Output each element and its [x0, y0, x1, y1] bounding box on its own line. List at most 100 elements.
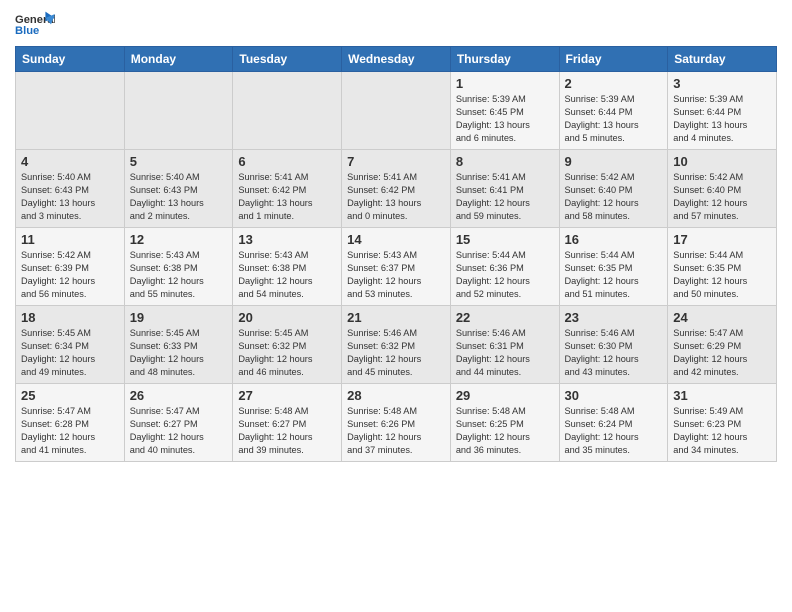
- calendar-cell: 8 Sunrise: 5:41 AMSunset: 6:41 PMDaylight…: [450, 150, 559, 228]
- day-info: Sunrise: 5:48 AMSunset: 6:26 PMDaylight:…: [347, 405, 445, 457]
- day-info: Sunrise: 5:46 AMSunset: 6:32 PMDaylight:…: [347, 327, 445, 379]
- day-info: Sunrise: 5:40 AMSunset: 6:43 PMDaylight:…: [130, 171, 228, 223]
- day-info: Sunrise: 5:41 AMSunset: 6:41 PMDaylight:…: [456, 171, 554, 223]
- calendar-cell: 1Sunrise: 5:39 AMSunset: 6:45 PMDaylight…: [450, 72, 559, 150]
- calendar-cell: 21Sunrise: 5:46 AMSunset: 6:32 PMDayligh…: [342, 306, 451, 384]
- day-number: 3: [673, 76, 771, 91]
- calendar-cell: 11 Sunrise: 5:42 AMSunset: 6:39 PMDayligh…: [16, 228, 125, 306]
- calendar-cell: 7 Sunrise: 5:41 AMSunset: 6:42 PMDaylight…: [342, 150, 451, 228]
- day-info: Sunrise: 5:44 AMSunset: 6:35 PMDaylight:…: [565, 249, 663, 301]
- day-number: 15: [456, 232, 554, 247]
- calendar-cell: [16, 72, 125, 150]
- day-info: Sunrise: 5:46 AMSunset: 6:31 PMDaylight:…: [456, 327, 554, 379]
- day-number: 16: [565, 232, 663, 247]
- week-row-3: 11 Sunrise: 5:42 AMSunset: 6:39 PMDayligh…: [16, 228, 777, 306]
- calendar-cell: [233, 72, 342, 150]
- day-number: 10: [673, 154, 771, 169]
- day-number: 31: [673, 388, 771, 403]
- day-number: 8: [456, 154, 554, 169]
- calendar-cell: 17 Sunrise: 5:44 AMSunset: 6:35 PMDayligh…: [668, 228, 777, 306]
- calendar-cell: 20Sunrise: 5:45 AMSunset: 6:32 PMDayligh…: [233, 306, 342, 384]
- day-info: Sunrise: 5:43 AMSunset: 6:38 PMDaylight:…: [130, 249, 228, 301]
- calendar-cell: 22 Sunrise: 5:46 AMSunset: 6:31 PMDayligh…: [450, 306, 559, 384]
- svg-text:Blue: Blue: [15, 25, 39, 37]
- day-number: 4: [21, 154, 119, 169]
- day-info: Sunrise: 5:42 AMSunset: 6:40 PMDaylight:…: [673, 171, 771, 223]
- day-info: Sunrise: 5:45 AMSunset: 6:34 PMDaylight:…: [21, 327, 119, 379]
- day-info: Sunrise: 5:42 AMSunset: 6:39 PMDaylight:…: [21, 249, 119, 301]
- logo-icon: General Blue: [15, 10, 55, 38]
- day-number: 24: [673, 310, 771, 325]
- week-row-5: 25 Sunrise: 5:47 AMSunset: 6:28 PMDayligh…: [16, 384, 777, 462]
- header-day-tuesday: Tuesday: [233, 47, 342, 72]
- header-day-sunday: Sunday: [16, 47, 125, 72]
- calendar-cell: 25 Sunrise: 5:47 AMSunset: 6:28 PMDayligh…: [16, 384, 125, 462]
- header-day-thursday: Thursday: [450, 47, 559, 72]
- day-info: Sunrise: 5:43 AMSunset: 6:38 PMDaylight:…: [238, 249, 336, 301]
- calendar-cell: 5 Sunrise: 5:40 AMSunset: 6:43 PMDaylight…: [124, 150, 233, 228]
- calendar-cell: 3 Sunrise: 5:39 AMSunset: 6:44 PMDaylight…: [668, 72, 777, 150]
- day-number: 22: [456, 310, 554, 325]
- day-number: 1: [456, 76, 554, 91]
- calendar-cell: 18 Sunrise: 5:45 AMSunset: 6:34 PMDayligh…: [16, 306, 125, 384]
- day-number: 23: [565, 310, 663, 325]
- calendar-cell: 9Sunrise: 5:42 AMSunset: 6:40 PMDaylight…: [559, 150, 668, 228]
- calendar-cell: 28 Sunrise: 5:48 AMSunset: 6:26 PMDayligh…: [342, 384, 451, 462]
- header-day-wednesday: Wednesday: [342, 47, 451, 72]
- day-number: 7: [347, 154, 445, 169]
- header-day-saturday: Saturday: [668, 47, 777, 72]
- day-number: 25: [21, 388, 119, 403]
- day-number: 30: [565, 388, 663, 403]
- day-number: 20: [238, 310, 336, 325]
- calendar-cell: 31Sunrise: 5:49 AMSunset: 6:23 PMDayligh…: [668, 384, 777, 462]
- day-info: Sunrise: 5:44 AMSunset: 6:36 PMDaylight:…: [456, 249, 554, 301]
- calendar-cell: 30Sunrise: 5:48 AMSunset: 6:24 PMDayligh…: [559, 384, 668, 462]
- page-container: General Blue SundayMondayTuesdayWednesda…: [0, 0, 792, 472]
- calendar-cell: 12 Sunrise: 5:43 AMSunset: 6:38 PMDayligh…: [124, 228, 233, 306]
- day-number: 13: [238, 232, 336, 247]
- calendar-cell: 13 Sunrise: 5:43 AMSunset: 6:38 PMDayligh…: [233, 228, 342, 306]
- calendar-cell: 24 Sunrise: 5:47 AMSunset: 6:29 PMDayligh…: [668, 306, 777, 384]
- calendar-cell: 27Sunrise: 5:48 AMSunset: 6:27 PMDayligh…: [233, 384, 342, 462]
- day-info: Sunrise: 5:48 AMSunset: 6:27 PMDaylight:…: [238, 405, 336, 457]
- calendar-cell: [124, 72, 233, 150]
- day-info: Sunrise: 5:47 AMSunset: 6:29 PMDaylight:…: [673, 327, 771, 379]
- day-number: 18: [21, 310, 119, 325]
- day-number: 11: [21, 232, 119, 247]
- day-info: Sunrise: 5:39 AMSunset: 6:44 PMDaylight:…: [565, 93, 663, 145]
- calendar-cell: 4 Sunrise: 5:40 AMSunset: 6:43 PMDaylight…: [16, 150, 125, 228]
- day-info: Sunrise: 5:39 AMSunset: 6:44 PMDaylight:…: [673, 93, 771, 145]
- day-info: Sunrise: 5:40 AMSunset: 6:43 PMDaylight:…: [21, 171, 119, 223]
- calendar-cell: 23 Sunrise: 5:46 AMSunset: 6:30 PMDayligh…: [559, 306, 668, 384]
- day-info: Sunrise: 5:41 AMSunset: 6:42 PMDaylight:…: [238, 171, 336, 223]
- day-info: Sunrise: 5:47 AMSunset: 6:27 PMDaylight:…: [130, 405, 228, 457]
- day-info: Sunrise: 5:45 AMSunset: 6:33 PMDaylight:…: [130, 327, 228, 379]
- day-info: Sunrise: 5:42 AMSunset: 6:40 PMDaylight:…: [565, 171, 663, 223]
- day-info: Sunrise: 5:46 AMSunset: 6:30 PMDaylight:…: [565, 327, 663, 379]
- logo: General Blue: [15, 10, 55, 38]
- day-info: Sunrise: 5:44 AMSunset: 6:35 PMDaylight:…: [673, 249, 771, 301]
- calendar-cell: 15 Sunrise: 5:44 AMSunset: 6:36 PMDayligh…: [450, 228, 559, 306]
- day-number: 17: [673, 232, 771, 247]
- day-number: 12: [130, 232, 228, 247]
- week-row-2: 4 Sunrise: 5:40 AMSunset: 6:43 PMDaylight…: [16, 150, 777, 228]
- day-info: Sunrise: 5:43 AMSunset: 6:37 PMDaylight:…: [347, 249, 445, 301]
- day-info: Sunrise: 5:47 AMSunset: 6:28 PMDaylight:…: [21, 405, 119, 457]
- day-number: 2: [565, 76, 663, 91]
- calendar-table: SundayMondayTuesdayWednesdayThursdayFrid…: [15, 46, 777, 462]
- calendar-cell: 16 Sunrise: 5:44 AMSunset: 6:35 PMDayligh…: [559, 228, 668, 306]
- day-number: 5: [130, 154, 228, 169]
- header-row: SundayMondayTuesdayWednesdayThursdayFrid…: [16, 47, 777, 72]
- day-info: Sunrise: 5:48 AMSunset: 6:25 PMDaylight:…: [456, 405, 554, 457]
- day-number: 29: [456, 388, 554, 403]
- calendar-cell: 29 Sunrise: 5:48 AMSunset: 6:25 PMDayligh…: [450, 384, 559, 462]
- day-info: Sunrise: 5:41 AMSunset: 6:42 PMDaylight:…: [347, 171, 445, 223]
- calendar-cell: [342, 72, 451, 150]
- calendar-cell: 2 Sunrise: 5:39 AMSunset: 6:44 PMDaylight…: [559, 72, 668, 150]
- header-day-monday: Monday: [124, 47, 233, 72]
- week-row-4: 18 Sunrise: 5:45 AMSunset: 6:34 PMDayligh…: [16, 306, 777, 384]
- calendar-cell: 10 Sunrise: 5:42 AMSunset: 6:40 PMDayligh…: [668, 150, 777, 228]
- day-number: 28: [347, 388, 445, 403]
- week-row-1: 1Sunrise: 5:39 AMSunset: 6:45 PMDaylight…: [16, 72, 777, 150]
- day-number: 14: [347, 232, 445, 247]
